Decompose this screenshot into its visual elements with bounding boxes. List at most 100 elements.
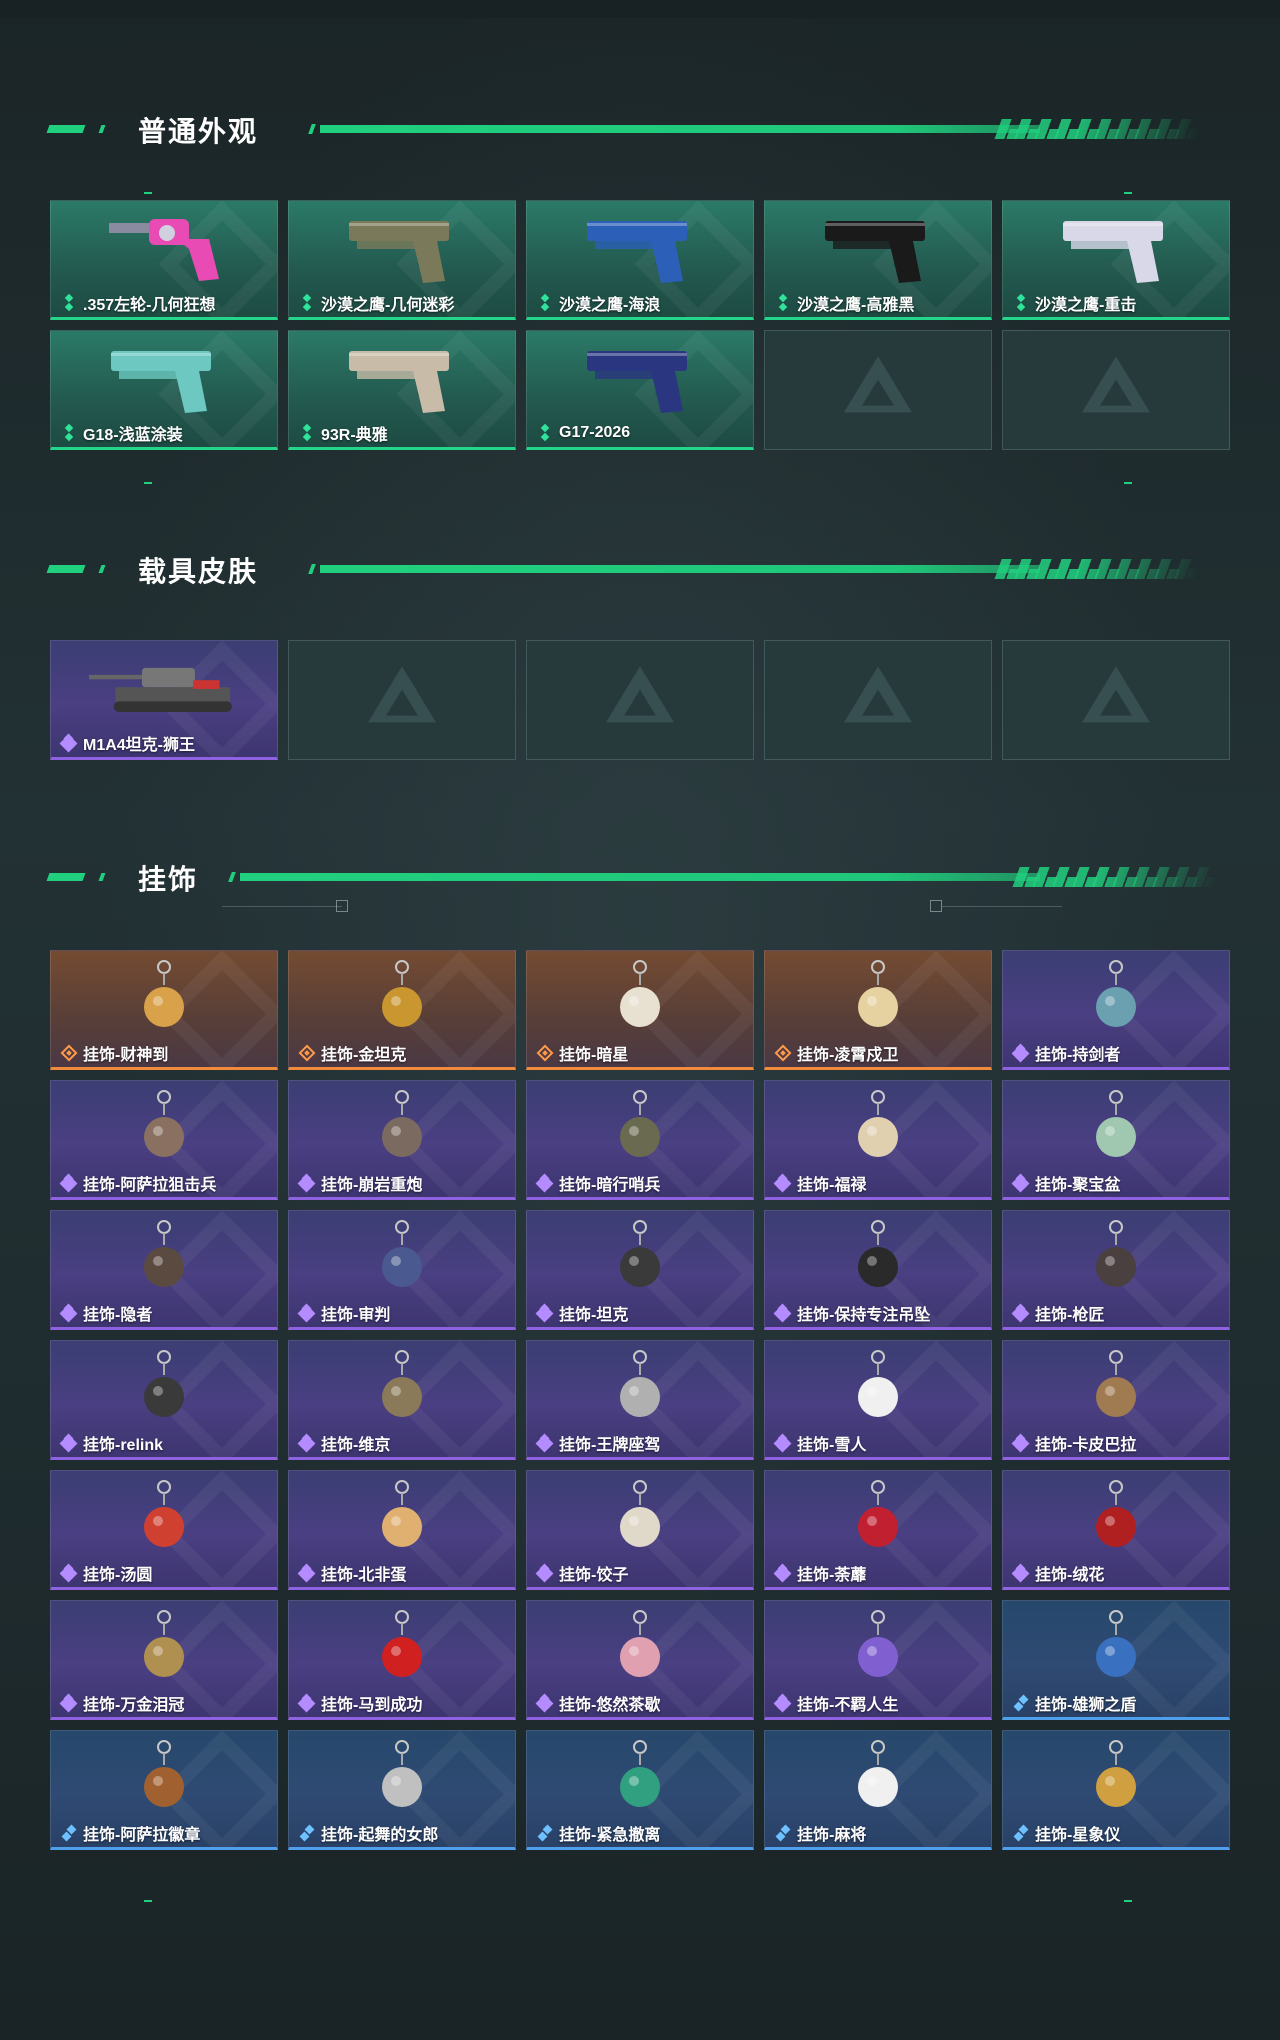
pistol-icon bbox=[565, 339, 715, 419]
pistol-icon bbox=[327, 209, 477, 289]
item-card[interactable]: 挂饰-卡皮巴拉 bbox=[1002, 1340, 1230, 1460]
placeholder-logo-inner bbox=[862, 689, 894, 716]
item-label-row: 挂饰-马到成功 bbox=[297, 1693, 422, 1714]
item-card[interactable]: 挂饰-金坦克 bbox=[288, 950, 516, 1070]
header-line bbox=[320, 125, 1040, 133]
item-card[interactable]: 挂饰-崩岩重炮 bbox=[288, 1080, 516, 1200]
empty-slot[interactable] bbox=[764, 330, 992, 450]
item-card[interactable]: .357左轮-几何狂想 bbox=[50, 200, 278, 320]
item-card[interactable]: 93R-典雅 bbox=[288, 330, 516, 450]
pistol-icon bbox=[1041, 209, 1191, 289]
item-label-row: 挂饰-审判 bbox=[297, 1303, 390, 1324]
empty-slot[interactable] bbox=[1002, 330, 1230, 450]
item-label-row: 挂饰-卡皮巴拉 bbox=[1011, 1433, 1136, 1454]
rarity-purple-icon bbox=[59, 1303, 78, 1323]
empty-slot[interactable] bbox=[526, 640, 754, 760]
item-name: 挂饰-雄狮之盾 bbox=[1035, 1697, 1137, 1714]
item-card[interactable]: 挂饰-坦克 bbox=[526, 1210, 754, 1330]
item-card[interactable]: 挂饰-饺子 bbox=[526, 1470, 754, 1590]
item-name: 挂饰-绒花 bbox=[1035, 1567, 1105, 1584]
item-card[interactable]: 沙漠之鹰-海浪 bbox=[526, 200, 754, 320]
item-card[interactable]: 挂饰-阿萨拉狙击兵 bbox=[50, 1080, 278, 1200]
item-name: 挂饰-万金泪冠 bbox=[83, 1697, 185, 1714]
item-card[interactable]: 挂饰-不羁人生 bbox=[764, 1600, 992, 1720]
placeholder-logo-inner bbox=[624, 689, 656, 716]
item-name: 挂饰-阿萨拉徽章 bbox=[83, 1827, 201, 1844]
charm-icon bbox=[1041, 1219, 1191, 1299]
item-card[interactable]: 挂饰-relink bbox=[50, 1340, 278, 1460]
item-card[interactable]: 挂饰-北非蛋 bbox=[288, 1470, 516, 1590]
item-card[interactable]: 挂饰-隐者 bbox=[50, 1210, 278, 1330]
item-card[interactable]: 挂饰-福禄 bbox=[764, 1080, 992, 1200]
item-card[interactable]: 沙漠之鹰-高雅黑 bbox=[764, 200, 992, 320]
item-card[interactable]: 挂饰-雪人 bbox=[764, 1340, 992, 1460]
item-card[interactable]: 挂饰-凌霄戍卫 bbox=[764, 950, 992, 1070]
item-card[interactable]: 挂饰-雄狮之盾 bbox=[1002, 1600, 1230, 1720]
item-label-row: 挂饰-麻将 bbox=[775, 1823, 866, 1844]
item-card[interactable]: 挂饰-马到成功 bbox=[288, 1600, 516, 1720]
item-card[interactable]: 挂饰-聚宝盆 bbox=[1002, 1080, 1230, 1200]
item-card[interactable]: 挂饰-万金泪冠 bbox=[50, 1600, 278, 1720]
item-card[interactable]: 挂饰-星象仪 bbox=[1002, 1730, 1230, 1850]
item-card[interactable]: 挂饰-审判 bbox=[288, 1210, 516, 1330]
item-label-row: .357左轮-几何狂想 bbox=[61, 293, 215, 314]
item-card[interactable]: 挂饰-枪匠 bbox=[1002, 1210, 1230, 1330]
item-card[interactable]: 挂饰-悠然茶歇 bbox=[526, 1600, 754, 1720]
item-name: 沙漠之鹰-重击 bbox=[1035, 297, 1137, 314]
rarity-green-icon bbox=[299, 293, 315, 312]
rarity-purple-icon bbox=[1011, 1043, 1030, 1063]
rarity-purple-icon bbox=[535, 1563, 554, 1583]
item-card[interactable]: 挂饰-暗星 bbox=[526, 950, 754, 1070]
item-card[interactable]: 沙漠之鹰-重击 bbox=[1002, 200, 1230, 320]
rarity-purple-icon bbox=[297, 1303, 316, 1323]
item-card[interactable]: 挂饰-紧急撤离 bbox=[526, 1730, 754, 1850]
item-label-row: 挂饰-雄狮之盾 bbox=[1013, 1693, 1137, 1714]
charm-icon bbox=[565, 1219, 715, 1299]
item-card[interactable]: 挂饰-绒花 bbox=[1002, 1470, 1230, 1590]
item-card[interactable]: 挂饰-保持专注吊坠 bbox=[764, 1210, 992, 1330]
rarity-blue-icon bbox=[1013, 1694, 1029, 1712]
item-card[interactable]: G17-2026 bbox=[526, 330, 754, 450]
item-card[interactable]: 挂饰-持剑者 bbox=[1002, 950, 1230, 1070]
section-header-charms: 挂饰 bbox=[46, 852, 1220, 902]
item-card[interactable]: 挂饰-财神到 bbox=[50, 950, 278, 1070]
item-card[interactable]: 挂饰-麻将 bbox=[764, 1730, 992, 1850]
item-label-row: 沙漠之鹰-高雅黑 bbox=[775, 293, 914, 314]
empty-slot[interactable] bbox=[1002, 640, 1230, 760]
item-card[interactable]: G18-浅蓝涂装 bbox=[50, 330, 278, 450]
header-line-tick bbox=[228, 872, 236, 882]
empty-slot[interactable] bbox=[288, 640, 516, 760]
charm-icon bbox=[803, 1089, 953, 1169]
item-name: 挂饰-维京 bbox=[321, 1437, 391, 1454]
rarity-orange-icon bbox=[60, 1044, 78, 1062]
charm-icon bbox=[1041, 1479, 1191, 1559]
item-label-row: 挂饰-坦克 bbox=[535, 1303, 628, 1324]
item-card[interactable]: 挂饰-维京 bbox=[288, 1340, 516, 1460]
rarity-blue-icon bbox=[61, 1824, 77, 1842]
item-card[interactable]: 挂饰-起舞的女郎 bbox=[288, 1730, 516, 1850]
rarity-green-icon bbox=[61, 293, 77, 312]
item-label-row: G17-2026 bbox=[537, 423, 630, 443]
item-name: 挂饰-福禄 bbox=[797, 1177, 867, 1194]
item-card[interactable]: M1A4坦克-狮王 bbox=[50, 640, 278, 760]
item-label-row: 挂饰-绒花 bbox=[1011, 1563, 1105, 1584]
tank-icon bbox=[89, 649, 239, 729]
item-card[interactable]: 沙漠之鹰-几何迷彩 bbox=[288, 200, 516, 320]
item-card[interactable]: 挂饰-汤圆 bbox=[50, 1470, 278, 1590]
item-name: 挂饰-起舞的女郎 bbox=[321, 1827, 439, 1844]
item-card[interactable]: 挂饰-王牌座驾 bbox=[526, 1340, 754, 1460]
rarity-purple-icon bbox=[59, 1173, 78, 1193]
item-name: 沙漠之鹰-海浪 bbox=[559, 297, 661, 314]
item-card[interactable]: 挂饰-荼蘼 bbox=[764, 1470, 992, 1590]
rarity-purple-icon bbox=[535, 1173, 554, 1193]
charm-icon bbox=[327, 1349, 477, 1429]
charm-icon bbox=[565, 959, 715, 1039]
item-label-row: 挂饰-雪人 bbox=[773, 1433, 866, 1454]
item-card[interactable]: 挂饰-暗行哨兵 bbox=[526, 1080, 754, 1200]
item-label-row: 挂饰-不羁人生 bbox=[773, 1693, 898, 1714]
charm-icon bbox=[1041, 1739, 1191, 1819]
placeholder-logo-inner bbox=[862, 379, 894, 406]
empty-slot[interactable] bbox=[764, 640, 992, 760]
item-card[interactable]: 挂饰-阿萨拉徽章 bbox=[50, 1730, 278, 1850]
corner-tick bbox=[144, 482, 152, 484]
